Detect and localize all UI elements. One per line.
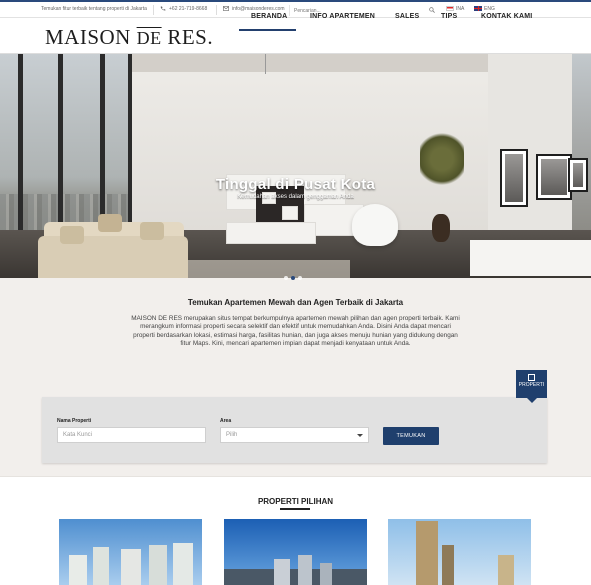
phone-text: +62 21-719-8668 xyxy=(169,6,208,12)
slider-dots xyxy=(284,267,305,285)
nav-kontak-kami[interactable]: KONTAK KAMI xyxy=(481,13,532,20)
lang-eng[interactable]: ENG xyxy=(474,6,495,12)
lang-eng-label: ENG xyxy=(484,6,495,12)
slider-dot-1[interactable] xyxy=(284,276,288,280)
area-select[interactable]: Pilih xyxy=(220,427,369,443)
nav-beranda[interactable]: BERANDA xyxy=(251,13,287,20)
hero-subtitle: Kemudahan akses dalam genggaman Anda xyxy=(237,194,354,200)
heading-underline xyxy=(280,508,310,510)
nav-sales[interactable]: SALES xyxy=(395,13,419,20)
featured-heading: PROPERTI PILIHAN xyxy=(257,497,334,506)
nav-active-indicator xyxy=(239,29,296,31)
phone-icon xyxy=(160,6,166,11)
hero-title: Tinggal di Pusat Kota xyxy=(215,176,376,193)
slider-dot-2[interactable] xyxy=(291,276,295,280)
site-header: MAISON DE RES. xyxy=(0,18,591,54)
building-icon xyxy=(528,374,535,381)
search-button[interactable]: TEMUKAN xyxy=(383,427,439,445)
property-card[interactable] xyxy=(388,519,531,585)
uk-flag-icon xyxy=(474,6,482,11)
area-select-value: Pilih xyxy=(226,432,238,438)
search-icon[interactable] xyxy=(429,7,435,15)
lang-ina-label: INA xyxy=(456,6,465,12)
area-label: Area xyxy=(220,418,232,424)
intro-paragraph: MAISON DE RES merupakan situs tempat ber… xyxy=(131,315,460,347)
lang-ina[interactable]: INA xyxy=(446,6,464,12)
property-tab-label: PROPERTI xyxy=(518,382,545,388)
phone-link[interactable]: +62 21-719-8668 xyxy=(160,6,207,12)
property-tab[interactable]: PROPERTI xyxy=(516,370,547,403)
intro-heading: Temukan Apartemen Mewah dan Agen Terbaik… xyxy=(187,298,404,307)
email-link[interactable]: info@maisonderes.com xyxy=(223,6,285,12)
indonesia-flag-icon xyxy=(446,6,454,11)
site-logo[interactable]: MAISON DE RES. xyxy=(45,25,213,50)
email-text: info@maisonderes.com xyxy=(232,6,285,12)
property-name-input[interactable]: Kata Kunci xyxy=(57,427,206,443)
hero-slider[interactable] xyxy=(0,54,591,278)
mail-icon xyxy=(223,6,230,11)
divider xyxy=(153,5,154,15)
property-card[interactable] xyxy=(59,519,202,585)
logo-text: MAISON xyxy=(45,25,131,49)
nav-tips[interactable]: TIPS xyxy=(441,13,457,20)
property-name-label: Nama Properti xyxy=(57,418,92,424)
slider-dot-3[interactable] xyxy=(298,276,302,280)
divider xyxy=(216,5,217,15)
property-card[interactable] xyxy=(224,519,367,585)
logo-text: RES. xyxy=(167,25,214,49)
nav-info-apartemen[interactable]: INFO APARTEMEN xyxy=(310,13,375,20)
chevron-down-icon xyxy=(357,434,363,437)
tagline: Temukan fitur terbaik tentang properti d… xyxy=(41,6,147,12)
logo-text: DE xyxy=(136,28,162,48)
